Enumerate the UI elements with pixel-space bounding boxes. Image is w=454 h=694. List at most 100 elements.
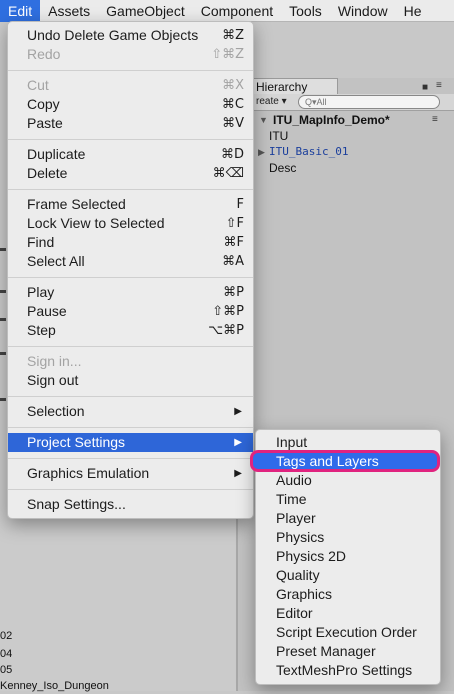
menu-item-project-settings[interactable]: Project Settings ▶	[8, 433, 253, 452]
panel-fragment	[0, 352, 6, 355]
panel-fragment	[0, 248, 6, 251]
submenu-arrow-icon: ▶	[234, 406, 242, 417]
menu-item-label: Snap Settings...	[27, 496, 126, 512]
menu-item-graphics-emulation[interactable]: Graphics Emulation ▶	[8, 464, 253, 483]
scene-root[interactable]: ITU_MapInfo_Demo*	[273, 112, 390, 128]
menu-item-select-all[interactable]: Select All ⌘A	[8, 252, 253, 271]
submenu-item-editor[interactable]: Editor	[256, 604, 440, 623]
menu-item-label: Graphics	[276, 586, 333, 602]
menu-separator	[8, 489, 253, 490]
submenu-item-input[interactable]: Input	[256, 433, 440, 452]
submenu-item-tags-and-layers[interactable]: Tags and Layers	[276, 452, 379, 471]
scene-menu-icon[interactable]: ≡	[432, 114, 438, 125]
menu-item-cut: Cut ⌘X	[8, 76, 253, 95]
hierarchy-tab[interactable]: Hierarchy	[250, 78, 338, 95]
submenu-item-audio[interactable]: Audio	[256, 471, 440, 490]
submenu-item-time[interactable]: Time	[256, 490, 440, 509]
panel-fragment	[0, 398, 6, 401]
menu-item-label: Duplicate	[27, 146, 86, 162]
menu-item-label: Redo	[27, 46, 61, 62]
panel-fragment	[0, 318, 6, 321]
menu-item-label: Copy	[27, 96, 60, 112]
menu-separator	[8, 277, 253, 278]
menu-item-shortcut: ⌘D	[220, 147, 244, 162]
menu-separator	[8, 458, 253, 459]
menu-item-play[interactable]: Play ⌘P	[8, 283, 253, 302]
hierarchy-search-input[interactable]: Q▾All	[298, 95, 440, 109]
panel-fragment	[0, 290, 6, 293]
menu-item-label: Script Execution Order	[276, 624, 417, 640]
submenu-item-graphics[interactable]: Graphics	[256, 585, 440, 604]
menu-item-sign-out[interactable]: Sign out	[8, 371, 253, 390]
submenu-item-script-execution-order[interactable]: Script Execution Order	[256, 623, 440, 642]
menu-item-label: Physics 2D	[276, 548, 347, 564]
menubar-edit[interactable]: Edit	[0, 0, 41, 22]
menu-item-lock-view[interactable]: Lock View to Selected ⇧F	[8, 214, 253, 233]
submenu-item-textmeshpro-settings[interactable]: TextMeshPro Settings	[256, 661, 440, 680]
collapse-icon[interactable]: ▼	[259, 115, 268, 125]
menubar-help[interactable]: He	[396, 0, 430, 22]
menubar-assets[interactable]: Assets	[40, 0, 98, 22]
menu-item-shortcut: ⌘V	[222, 116, 244, 131]
create-button[interactable]: reate ▾	[252, 95, 290, 109]
menu-item-label: Physics	[276, 529, 325, 545]
menu-item-frame-selected[interactable]: Frame Selected F	[8, 195, 253, 214]
menu-item-shortcut: ⌘C	[221, 97, 244, 112]
expand-icon[interactable]: ▶	[258, 147, 265, 158]
menu-item-label: Find	[27, 234, 55, 250]
menu-item-step[interactable]: Step ⌥⌘P	[8, 321, 253, 340]
lock-icon[interactable]: ■	[422, 82, 428, 93]
menu-item-label: Graphics Emulation	[27, 465, 150, 481]
menubar-component[interactable]: Component	[193, 0, 281, 22]
menu-item-shortcut: ⌘A	[222, 254, 244, 269]
menu-item-label: Preset Manager	[276, 643, 376, 659]
menu-item-label: Frame Selected	[27, 196, 126, 212]
list-item[interactable]: 05	[0, 662, 12, 678]
menubar-window[interactable]: Window	[330, 0, 396, 22]
menu-item-snap-settings[interactable]: Snap Settings...	[8, 495, 253, 514]
menu-item-label: Time	[276, 491, 307, 507]
menu-separator	[8, 189, 253, 190]
menu-item-undo[interactable]: Undo Delete Game Objects ⌘Z	[8, 26, 253, 45]
submenu-item-player[interactable]: Player	[256, 509, 440, 528]
menu-item-copy[interactable]: Copy ⌘C	[8, 95, 253, 114]
menu-item-shortcut: F	[236, 197, 244, 212]
menu-separator	[8, 396, 253, 397]
menu-item-label: Delete	[27, 165, 68, 181]
menu-item-label: Paste	[27, 115, 63, 131]
tree-item-itu-basic[interactable]: ITU_Basic_01	[269, 144, 348, 160]
submenu-arrow-icon: ▶	[234, 437, 242, 448]
submenu-item-physics-2d[interactable]: Physics 2D	[256, 547, 440, 566]
submenu-item-physics[interactable]: Physics	[256, 528, 440, 547]
menu-separator	[8, 70, 253, 71]
menu-item-label: Selection	[27, 403, 85, 419]
menu-item-label: Play	[27, 284, 55, 300]
menu-item-delete[interactable]: Delete ⌘⌫	[8, 164, 253, 183]
tree-item-desc[interactable]: Desc	[269, 160, 296, 176]
submenu-arrow-icon: ▶	[234, 468, 242, 479]
submenu-item-preset-manager[interactable]: Preset Manager	[256, 642, 440, 661]
menu-item-paste[interactable]: Paste ⌘V	[8, 114, 253, 133]
menu-item-label: Cut	[27, 77, 49, 93]
menu-item-pause[interactable]: Pause ⇧⌘P	[8, 302, 253, 321]
list-item[interactable]: 02	[0, 628, 12, 644]
menu-item-find[interactable]: Find ⌘F	[8, 233, 253, 252]
menu-item-label: Input	[276, 434, 308, 450]
menubar-tools[interactable]: Tools	[281, 0, 330, 22]
menu-item-label: Pause	[27, 303, 67, 319]
menu-item-shortcut: ⇧⌘Z	[211, 47, 244, 62]
menu-item-label: Select All	[27, 253, 85, 269]
menu-item-duplicate[interactable]: Duplicate ⌘D	[8, 145, 253, 164]
list-item[interactable]: Kenney_Iso_Dungeon	[0, 678, 109, 694]
menu-item-shortcut: ⇧F	[225, 216, 244, 231]
menu-item-shortcut: ⇧⌘P	[212, 304, 244, 319]
menu-item-selection[interactable]: Selection ▶	[8, 402, 253, 421]
list-item[interactable]: 04	[0, 646, 12, 662]
submenu-item-quality[interactable]: Quality	[256, 566, 440, 585]
menu-item-shortcut: ⌘F	[223, 235, 244, 250]
menubar-gameobject[interactable]: GameObject	[98, 0, 193, 22]
menu-item-redo: Redo ⇧⌘Z	[8, 45, 253, 64]
hierarchy-tab-label: Hierarchy	[256, 80, 308, 94]
menu-icon[interactable]: ≡	[436, 80, 442, 91]
tree-item-itu[interactable]: ITU	[269, 128, 288, 144]
